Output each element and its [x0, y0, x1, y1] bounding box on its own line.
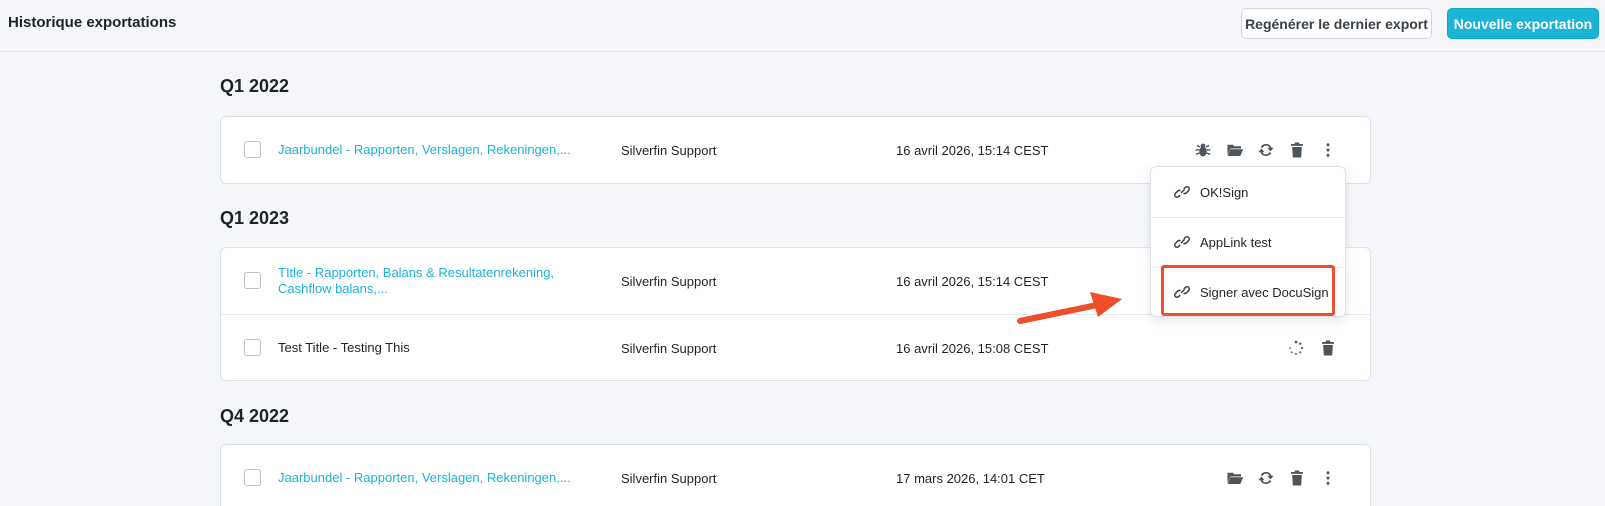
link-icon — [1173, 183, 1191, 201]
row-checkbox[interactable] — [244, 141, 261, 158]
section-title-q4-2022: Q4 2022 — [220, 406, 290, 426]
more-vertical-icon[interactable] — [1318, 140, 1338, 160]
menu-item-label: OK!Sign — [1200, 184, 1249, 200]
menu-item-applink-test[interactable]: AppLink test — [1151, 217, 1345, 267]
menu-item-label: Signer avec DocuSign — [1200, 284, 1329, 300]
bug-icon[interactable] — [1193, 140, 1213, 160]
export-date: 16 avril 2026, 15:14 CEST — [896, 142, 1049, 158]
export-title: Test Title - Testing This — [278, 340, 410, 355]
trash-icon[interactable] — [1287, 468, 1307, 488]
section-title-q1-2023: Q1 2023 — [220, 208, 290, 228]
table-row: Test Title - Testing This Silverfin Supp… — [221, 314, 1370, 380]
export-title-link[interactable]: TItle - Rapporten, Balans & Resultatenre… — [278, 248, 608, 314]
new-export-button[interactable]: Nouvelle exportation — [1447, 8, 1599, 39]
regenerate-last-export-button[interactable]: Regénérer le dernier export — [1241, 8, 1432, 39]
folder-open-icon[interactable] — [1225, 468, 1245, 488]
trash-icon[interactable] — [1318, 338, 1338, 358]
page-title: Historique exportations — [8, 14, 177, 31]
export-author: Silverfin Support — [621, 142, 717, 158]
menu-item-label: AppLink test — [1200, 234, 1272, 250]
menu-item-sign-with-docusign[interactable]: Signer avec DocuSign — [1151, 267, 1345, 317]
row-checkbox[interactable] — [244, 272, 261, 289]
export-title-link[interactable]: Jaarbundel - Rapporten, Verslagen, Reken… — [278, 117, 608, 183]
export-author: Silverfin Support — [621, 340, 717, 356]
more-vertical-icon[interactable] — [1318, 468, 1338, 488]
trash-icon[interactable] — [1287, 140, 1307, 160]
export-title-link[interactable]: Jaarbundel - Rapporten, Verslagen, Reken… — [278, 445, 608, 506]
link-icon — [1173, 283, 1191, 301]
table-row: Jaarbundel - Rapporten, Verslagen, Reken… — [221, 445, 1370, 506]
export-date: 17 mars 2026, 14:01 CET — [896, 470, 1045, 486]
export-author: Silverfin Support — [621, 470, 717, 486]
refresh-icon[interactable] — [1256, 140, 1276, 160]
annotation-arrow-icon — [1017, 292, 1122, 324]
row-checkbox[interactable] — [244, 469, 261, 486]
export-card-q4-2022: Jaarbundel - Rapporten, Verslagen, Reken… — [220, 444, 1371, 506]
actions-dropdown-menu: OK!Sign AppLink test Signer avec DocuSig… — [1150, 166, 1346, 317]
export-author: Silverfin Support — [621, 273, 717, 289]
row-checkbox[interactable] — [244, 339, 261, 356]
link-icon — [1173, 233, 1191, 251]
top-bar: Historique exportations Regénérer le der… — [0, 0, 1605, 52]
loading-spinner-icon — [1286, 338, 1306, 358]
folder-open-icon[interactable] — [1225, 140, 1245, 160]
section-title-q1-2022: Q1 2022 — [220, 76, 290, 96]
menu-item-oksign[interactable]: OK!Sign — [1151, 167, 1345, 217]
refresh-icon[interactable] — [1256, 468, 1276, 488]
